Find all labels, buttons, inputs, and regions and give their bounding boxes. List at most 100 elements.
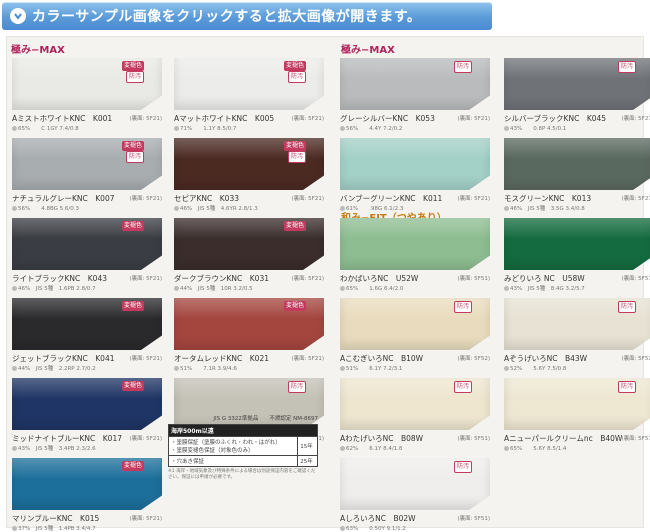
swatch-meta: 43% JIS 5種 3.4PB 2.3/2.6: [12, 444, 96, 452]
swatch-meta: 43% 0.8P 4.5/0.1: [504, 124, 566, 132]
swatch-name: オータムレッドKNC K021: [174, 354, 269, 363]
anti-stain-badge: 防汚: [453, 461, 472, 473]
swatch-backside-code: (裏面: 5F52): [621, 356, 650, 362]
swatch-meta: 56% 4.4Y 7.2/0.2: [340, 124, 402, 132]
reflectance-icon: [12, 446, 17, 451]
swatch-name: ライトブラックKNC K043: [12, 274, 107, 283]
swatch-meta: 51% 7.1R 3.9/4.6: [174, 364, 237, 372]
swatch-meta: 51% 6.1Y 7.2/3.1: [340, 364, 402, 372]
swatch-backside-code: (裏面: 5F21): [129, 116, 162, 122]
reflectance-icon: [504, 446, 509, 451]
reflectance-icon: [504, 126, 509, 131]
color-swatch-card[interactable]: 防汚 AこむぎいろNC B10W (裏面: 5F52) 51% 6.1Y 7.2/3.…: [340, 298, 490, 376]
swatch-backside-code: (裏面: 5F21): [129, 196, 162, 202]
swatch-backside-code: (裏面: 5F21): [291, 116, 324, 122]
swatch-meta: 37% JIS 5種 1.4PB 3.4/4.7: [12, 524, 96, 532]
swatch-name: みどりいろ NC U58W: [504, 274, 585, 283]
swatch-backside-code: (裏面: 5F21): [457, 196, 490, 202]
color-swatch-card[interactable]: 防汚シルバーブラックKNC K045 (裏面: 5F21) 43% 0.8P 4.5…: [504, 58, 650, 136]
swatch-backside-code: (裏面: 5F21): [621, 116, 650, 122]
fade-resistant-badge: 変褪色: [283, 61, 306, 71]
color-swatch-card[interactable]: 変褪色 防汚 AマットホワイトKNC K005 (裏面: 5F21) 71% 1.1Y …: [174, 58, 324, 136]
swatch-backside-code: (裏面: 5F21): [291, 196, 324, 202]
anti-stain-badge: 防汚: [125, 71, 144, 83]
reflectance-icon: [174, 286, 179, 291]
color-swatch-card[interactable]: 防汚 AしろいろNC B02W (裏面: 5F51) 63% 0.50Y 9.1/1.…: [340, 458, 490, 532]
anti-stain-badge: 防汚: [287, 151, 306, 163]
fade-resistant-badge: 変褪色: [283, 301, 306, 311]
swatch-name: わかばいろNC U52W: [340, 274, 419, 283]
warranty-row2-label: ・穴あき保証: [167, 455, 299, 467]
swatch-meta: 46% JIS 5種 4.6YR 2.8/1.3: [174, 204, 258, 212]
swatch-meta: 52% 5.6Y 7.5/0.8: [504, 364, 566, 372]
color-swatch-image[interactable]: [340, 218, 490, 270]
fade-resistant-badge: 変褪色: [121, 381, 144, 391]
reflectance-icon: [12, 366, 17, 371]
color-swatch-card[interactable]: 防汚 AわたげいろNC B08W (裏面: 5F51) 62% 6.1Y 8.4/1.…: [340, 378, 490, 456]
color-swatch-card[interactable]: 変褪色マリンブルーKNC K015 (裏面: 5F21) 37% JIS 5種 1.…: [12, 458, 162, 532]
swatch-backside-code: (裏面: 5F21): [129, 356, 162, 362]
swatch-name: ナチュラルグレーKNC K007: [12, 194, 115, 203]
reflectance-icon: [340, 526, 345, 531]
swatch-meta: 44% JIS 5種 10R 3.2/0.5: [174, 284, 253, 292]
swatch-meta: 63% 0.50Y 9.1/1.2: [340, 524, 406, 532]
color-swatch-card[interactable]: 変褪色ライトブラックKNC K043 (裏面: 5F21) 46% JIS 5種 1…: [12, 218, 162, 296]
reflectance-icon: [174, 366, 179, 371]
color-swatch-card[interactable]: 防汚 Aニューパールクリームnc B40W(裏面: 5F51) 65% 5.6Y 8…: [504, 378, 650, 456]
swatch-meta: 46% JIS 5種 3.5G 3.4/0.8: [504, 204, 585, 212]
warranty-row1-value: 15年: [297, 436, 318, 456]
color-swatch-image[interactable]: [504, 218, 650, 270]
swatch-name: ダークブラウンKNC K031: [174, 274, 269, 283]
color-swatch-card[interactable]: 変褪色 ジェットブラックKNC K041 (裏面: 5F21) 44% JIS 5種 …: [12, 298, 162, 376]
chevron-down-icon: [10, 8, 26, 24]
warranty-box: JIS G 3322準拠品 不燃認定 NM-8697 海岸500m以遠 ・塗膜保…: [167, 414, 318, 488]
swatch-name: シルバーブラックKNC K045: [504, 114, 607, 123]
swatch-name: ミッドナイトブルーKNC K017: [12, 434, 122, 443]
swatch-backside-code: (裏面: 5F21): [621, 196, 650, 202]
fade-resistant-badge: 変褪色: [121, 141, 144, 151]
swatch-backside-code: (裏面: 5F21): [457, 116, 490, 122]
anti-stain-badge: 防汚: [287, 381, 306, 393]
color-swatch-card[interactable]: 変褪色 ダークブラウンKNC K031 (裏面: 5F21) 44% JIS 5種 1…: [174, 218, 324, 296]
swatch-backside-code: (裏面: 5F21): [129, 276, 162, 282]
color-swatch-image[interactable]: [340, 138, 490, 190]
swatch-name: AミストホワイトKNC K001: [12, 114, 113, 123]
section-title-max-right: 極み−MAX: [341, 45, 395, 56]
swatch-meta: 44% JIS 5種 2.2RP 2.7/0.2: [12, 364, 96, 372]
color-swatch-card[interactable]: 防汚 グレーシルバーKNC K053 (裏面: 5F21) 56% 4.4Y 7.2/…: [340, 58, 490, 136]
swatch-backside-code: (裏面: 5F51): [457, 276, 490, 282]
swatch-meta: 46% JIS 5種 1.6PB 2.8/0.7: [12, 284, 96, 292]
anti-stain-badge: 防汚: [125, 151, 144, 163]
swatch-backside-code: (裏面: 5F52): [457, 356, 490, 362]
swatch-meta: 71% 1.1Y 8.5/0.7: [174, 124, 236, 132]
color-swatch-card[interactable]: 防汚 AぞうげいろNC B43W (裏面: 5F52) 52% 5.6Y 7.5/0.…: [504, 298, 650, 376]
swatch-name: マリンブルーKNC K015: [12, 514, 100, 523]
color-swatch-card[interactable]: モスグリーンKNC K013 (裏面: 5F21) 46% JIS 5種 3.5G …: [504, 138, 650, 216]
reflectance-icon: [504, 366, 509, 371]
swatch-name: AぞうげいろNC B43W: [504, 354, 588, 363]
color-swatch-image[interactable]: [504, 138, 650, 190]
color-swatch-card[interactable]: 変褪色 防汚 セピアKNC K033 (裏面: 5F21) 46% JIS 5種 4.6…: [174, 138, 324, 216]
color-swatch-card[interactable]: バンブーグリーンKNC K011 (裏面: 5F21) 61% .98G 6.1/2…: [340, 138, 490, 216]
anti-stain-badge: 防汚: [617, 381, 636, 393]
reflectance-icon: [340, 206, 345, 211]
fade-resistant-badge: 変褪色: [121, 221, 144, 231]
color-swatch-card[interactable]: わかばいろNC U52W (裏面: 5F51) 65% 1.6G 6.4/2.0: [340, 218, 490, 296]
color-swatch-card[interactable]: 変褪色 オータムレッドKNC K021 (裏面: 5F21) 51% 7.1R 3.9…: [174, 298, 324, 376]
swatch-backside-code: (裏面: 5F21): [291, 276, 324, 282]
swatch-backside-code: (裏面: 5F51): [457, 516, 490, 522]
color-swatch-card[interactable]: みどりいろ NC U58W (裏面: 5F51) 43% JIS 5種 8.4G 3…: [504, 218, 650, 296]
reflectance-icon: [12, 206, 17, 211]
swatch-backside-code: (裏面: 5F51): [621, 436, 650, 442]
swatch-meta: 43% JIS 5種 8.4G 3.2/5.7: [504, 284, 585, 292]
swatch-name: AマットホワイトKNC K005: [174, 114, 275, 123]
reflectance-icon: [12, 286, 17, 291]
swatch-backside-code: (裏面: 5F21): [129, 516, 162, 522]
reflectance-icon: [174, 206, 179, 211]
color-swatch-card[interactable]: 変褪色 ミッドナイトブルーKNC K017 (裏面: 5F21) 43% JIS 5種…: [12, 378, 162, 456]
color-swatch-card[interactable]: 変褪色 防汚 ナチュラルグレーKNC K007 (裏面: 5F21) 56% 4.8BG…: [12, 138, 162, 216]
fade-resistant-badge: 変褪色: [121, 461, 144, 471]
swatch-name: Aニューパールクリームnc B40W: [504, 434, 623, 443]
color-swatch-card[interactable]: 変褪色 防汚 AミストホワイトKNC K001 (裏面: 5F21) 65% C 1GY…: [12, 58, 162, 136]
swatch-name: ジェットブラックKNC K041: [12, 354, 115, 363]
